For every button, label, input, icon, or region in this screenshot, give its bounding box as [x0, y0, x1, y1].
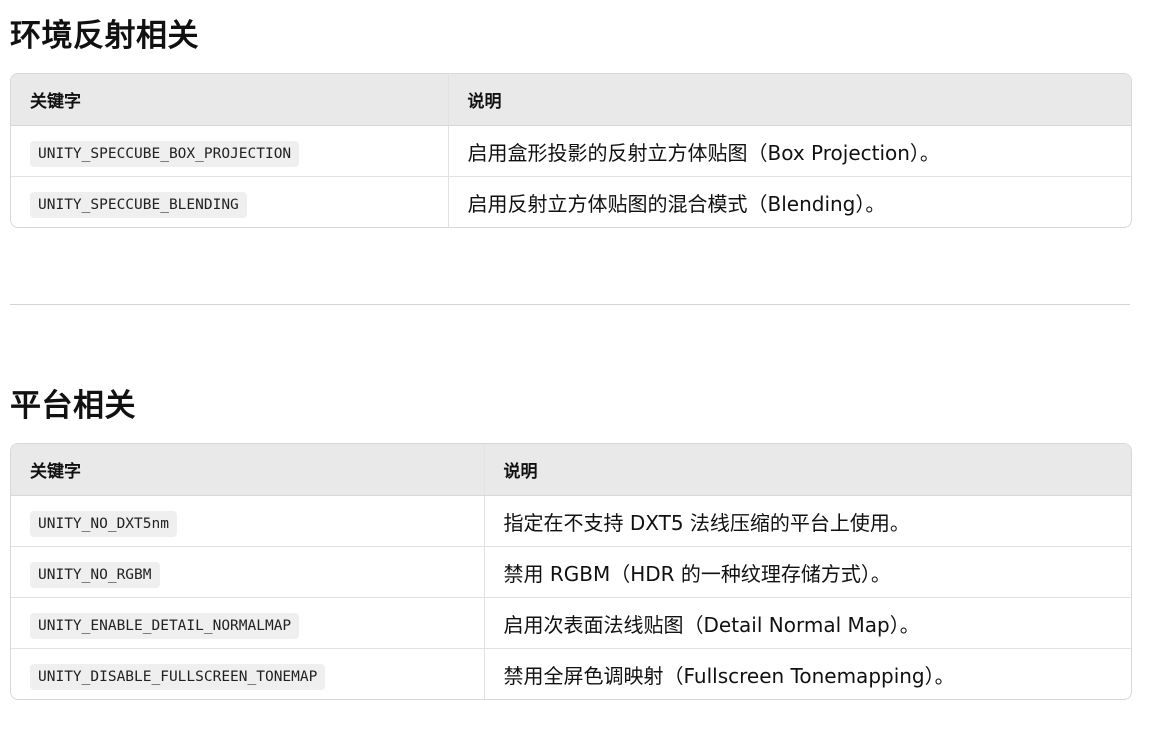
- keyword-code: UNITY_ENABLE_DETAIL_NORMALMAP: [30, 613, 300, 639]
- keyword-code: UNITY_DISABLE_FULLSCREEN_TONEMAP: [30, 664, 326, 690]
- keyword-cell: UNITY_NO_DXT5nm: [11, 496, 484, 547]
- table-row: UNITY_NO_DXT5nm 指定在不支持 DXT5 法线压缩的平台上使用。: [11, 495, 1131, 547]
- table-header-row: 关键字 说明: [11, 444, 1131, 496]
- keyword-cell: UNITY_NO_RGBM: [11, 546, 484, 598]
- table-row: UNITY_ENABLE_DETAIL_NORMALMAP 启用次表面法线贴图（…: [11, 597, 1131, 649]
- section-title-reflection: 环境反射相关: [10, 18, 199, 54]
- description-cell: 启用反射立方体贴图的混合模式（Blending）。: [447, 176, 1131, 227]
- keyword-code: UNITY_NO_RGBM: [30, 562, 160, 588]
- keyword-code: UNITY_NO_DXT5nm: [30, 511, 177, 537]
- column-header-keyword: 关键字: [11, 444, 484, 496]
- platform-keywords-table: 关键字 说明 UNITY_NO_DXT5nm 指定在不支持 DXT5 法线压缩的…: [10, 443, 1132, 700]
- table-row: UNITY_SPECCUBE_BOX_PROJECTION 启用盒形投影的反射立…: [11, 125, 1131, 177]
- keyword-cell: UNITY_SPECCUBE_BOX_PROJECTION: [11, 126, 448, 177]
- section-divider: [10, 304, 1130, 305]
- keyword-cell: UNITY_ENABLE_DETAIL_NORMALMAP: [11, 597, 484, 649]
- description-cell: 指定在不支持 DXT5 法线压缩的平台上使用。: [483, 495, 1131, 547]
- description-cell: 禁用全屏色调映射（Fullscreen Tonemapping）。: [483, 648, 1131, 699]
- keyword-code: UNITY_SPECCUBE_BOX_PROJECTION: [30, 141, 300, 167]
- description-cell: 禁用 RGBM（HDR 的一种纹理存储方式）。: [483, 546, 1131, 598]
- table-row: UNITY_NO_RGBM 禁用 RGBM（HDR 的一种纹理存储方式）。: [11, 546, 1131, 598]
- table-row: UNITY_DISABLE_FULLSCREEN_TONEMAP 禁用全屏色调映…: [11, 648, 1131, 699]
- column-header-keyword: 关键字: [11, 74, 448, 126]
- section-title-platform: 平台相关: [10, 388, 136, 424]
- keyword-code: UNITY_SPECCUBE_BLENDING: [30, 192, 247, 218]
- reflection-keywords-table: 关键字 说明 UNITY_SPECCUBE_BOX_PROJECTION 启用盒…: [10, 73, 1132, 228]
- description-cell: 启用盒形投影的反射立方体贴图（Box Projection）。: [447, 125, 1131, 177]
- keyword-cell: UNITY_SPECCUBE_BLENDING: [11, 176, 448, 227]
- column-header-description: 说明: [483, 444, 1131, 496]
- column-header-description: 说明: [447, 74, 1131, 126]
- table-row: UNITY_SPECCUBE_BLENDING 启用反射立方体贴图的混合模式（B…: [11, 176, 1131, 227]
- keyword-cell: UNITY_DISABLE_FULLSCREEN_TONEMAP: [11, 648, 484, 699]
- table-header-row: 关键字 说明: [11, 74, 1131, 126]
- description-cell: 启用次表面法线贴图（Detail Normal Map）。: [483, 597, 1131, 649]
